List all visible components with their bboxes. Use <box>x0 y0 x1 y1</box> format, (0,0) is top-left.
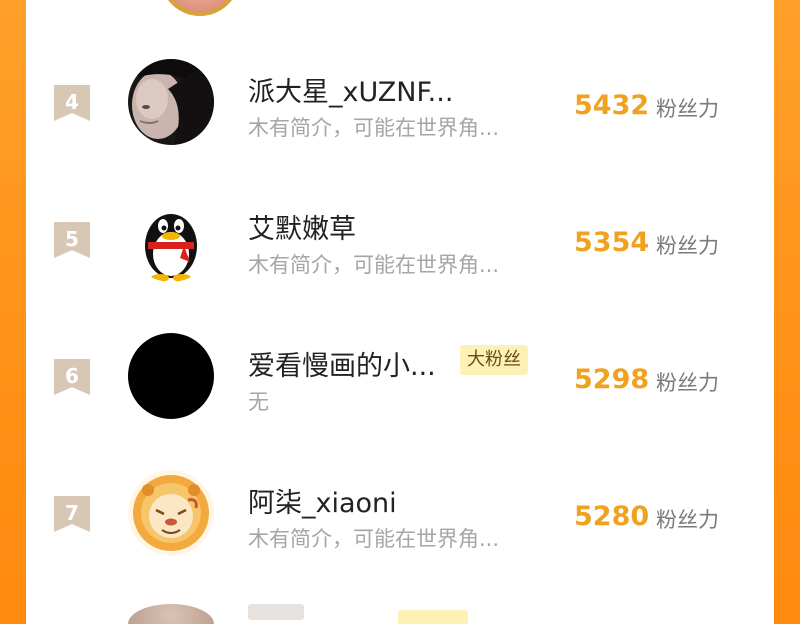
fan-score: 5354 <box>574 227 650 258</box>
fan-score-label: 粉丝力 <box>656 97 719 121</box>
left-frame <box>0 0 26 624</box>
user-avatar[interactable] <box>128 470 214 556</box>
user-name[interactable]: 派大星_xUZNF... <box>248 70 453 109</box>
partial-user-name <box>248 604 304 620</box>
fan-score: 5298 <box>574 364 650 395</box>
fan-score: 5432 <box>574 90 650 121</box>
user-intro: 木有简介，可能在世界角... <box>248 527 500 551</box>
leaderboard-card: 4 派大星_xUZNF... 木有简介，可能在世界角... 5432 粉丝力 5 <box>26 0 774 624</box>
fan-score-label: 粉丝力 <box>656 371 719 395</box>
fan-score: 5280 <box>574 501 650 532</box>
leaderboard-row-6[interactable]: 6 爱看慢画的小... 大粉丝 无 5298 粉丝力 <box>26 321 774 431</box>
user-name[interactable]: 艾默嫩草 <box>248 207 356 246</box>
user-avatar[interactable] <box>128 59 214 145</box>
partial-badge <box>398 610 468 624</box>
user-intro: 木有简介，可能在世界角... <box>248 116 500 140</box>
right-frame <box>774 0 800 624</box>
partial-avatar-rank-3[interactable] <box>160 0 240 16</box>
lion-cartoon-icon <box>128 470 214 556</box>
rank-badge: 6 <box>54 359 90 395</box>
penguin-icon <box>128 196 214 282</box>
fan-score-label: 粉丝力 <box>656 234 719 258</box>
partial-avatar-rank-8[interactable] <box>128 604 214 624</box>
user-name[interactable]: 爱看慢画的小... <box>248 344 436 383</box>
leaderboard-row-5[interactable]: 5 艾默嫩草 木有简介，可能在世界角... 5354 粉丝力 <box>26 184 774 294</box>
rank-badge: 7 <box>54 496 90 532</box>
leaderboard-row-4[interactable]: 4 派大星_xUZNF... 木有简介，可能在世界角... 5432 粉丝力 <box>26 47 774 157</box>
user-intro: 木有简介，可能在世界角... <box>248 253 500 277</box>
leaderboard-row-7[interactable]: 7 阿柒_xiaoni 木有简介，可能在世界角... 5280 粉丝力 <box>26 458 774 568</box>
user-intro: 无 <box>248 390 269 414</box>
user-avatar[interactable] <box>128 333 214 419</box>
rank-badge: 5 <box>54 222 90 258</box>
user-avatar[interactable] <box>128 196 214 282</box>
fan-score-label: 粉丝力 <box>656 508 719 532</box>
rank-badge: 4 <box>54 85 90 121</box>
big-fan-badge: 大粉丝 <box>460 345 528 375</box>
portrait-photo-icon <box>128 59 214 145</box>
user-name[interactable]: 阿柒_xiaoni <box>248 481 397 520</box>
